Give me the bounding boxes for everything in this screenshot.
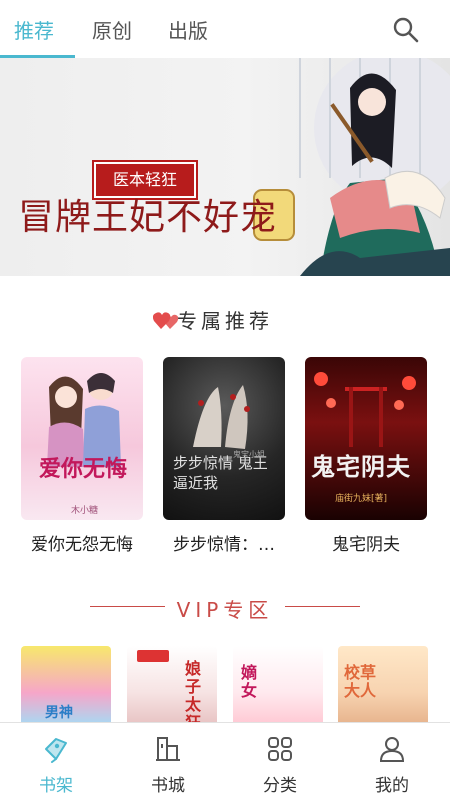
publisher-badge (137, 650, 169, 662)
book-title[interactable]: 步步惊情：… (154, 530, 294, 555)
vip-book-cover[interactable]: 校草大人 (338, 646, 428, 724)
bottom-navigation: 书架 书城 分类 我的 (0, 722, 450, 801)
nav-profile[interactable]: 我的 (336, 723, 448, 801)
banner-title: 冒牌王妃不好宠 (18, 197, 278, 238)
profile-icon (379, 737, 405, 762)
book-title[interactable]: 鬼宅阴夫 (296, 530, 436, 555)
nav-label: 书城 (151, 776, 185, 796)
nav-label: 我的 (375, 776, 409, 796)
top-tab-bar: 推荐 原创 出版 (0, 0, 450, 58)
book-cover-art (47, 373, 121, 467)
book-cover-author: 鬼宝小姐 (233, 450, 265, 459)
nav-bookshelf[interactable]: 书架 (0, 723, 112, 801)
search-icon (393, 17, 419, 43)
book-cover-title: 爱你无悔 (39, 456, 128, 482)
book-cover-author: 木小糖 (71, 506, 99, 516)
book-cover-art (193, 385, 250, 449)
book-title[interactable]: 爱你无怨无悔 (12, 530, 152, 555)
vip-cover-title: 校草大人 (344, 663, 377, 700)
nav-label: 书架 (39, 776, 73, 796)
book-cover[interactable]: 爱你无悔 木小糖 (21, 357, 143, 520)
book-cover[interactable]: 步步惊情 鬼王逼近我 鬼宝小姐 (163, 357, 285, 520)
nav-category[interactable]: 分类 (224, 723, 336, 801)
vip-cover-title: 男神 (45, 705, 73, 721)
tab-original[interactable]: 原创 (92, 15, 132, 44)
category-icon (268, 737, 292, 761)
book-cover[interactable]: 鬼宅阴夫 庙街九妹[著] (305, 357, 427, 520)
vip-book-cover[interactable]: 娘子太狂 (127, 646, 217, 724)
tab-publish[interactable]: 出版 (168, 15, 208, 44)
promo-banner[interactable]: 医本轻狂 冒牌王妃不好宠 (0, 58, 450, 276)
vip-cover-title: 娘子太狂 (185, 659, 202, 725)
vip-divider-right (285, 606, 360, 607)
search-button[interactable] (392, 16, 420, 44)
bookshelf-icon (45, 738, 67, 763)
book-cover-author: 庙街九妹[著] (335, 494, 388, 504)
vip-book-cover[interactable]: 嫡女 (233, 646, 323, 724)
banner-illustration (253, 58, 450, 276)
book-cover-title: 鬼宅阴夫 (311, 452, 411, 481)
nav-label: 分类 (263, 776, 297, 796)
tab-recommend[interactable]: 推荐 (14, 15, 54, 44)
recommend-section-title: 专属推荐 (177, 309, 273, 333)
bookstore-icon (156, 737, 180, 761)
vip-cover-title: 嫡女 (241, 663, 258, 700)
vip-section-title: VIP专区 (176, 598, 274, 622)
nav-bookstore[interactable]: 书城 (112, 723, 224, 801)
vip-book-cover[interactable]: 男神 (21, 646, 111, 724)
